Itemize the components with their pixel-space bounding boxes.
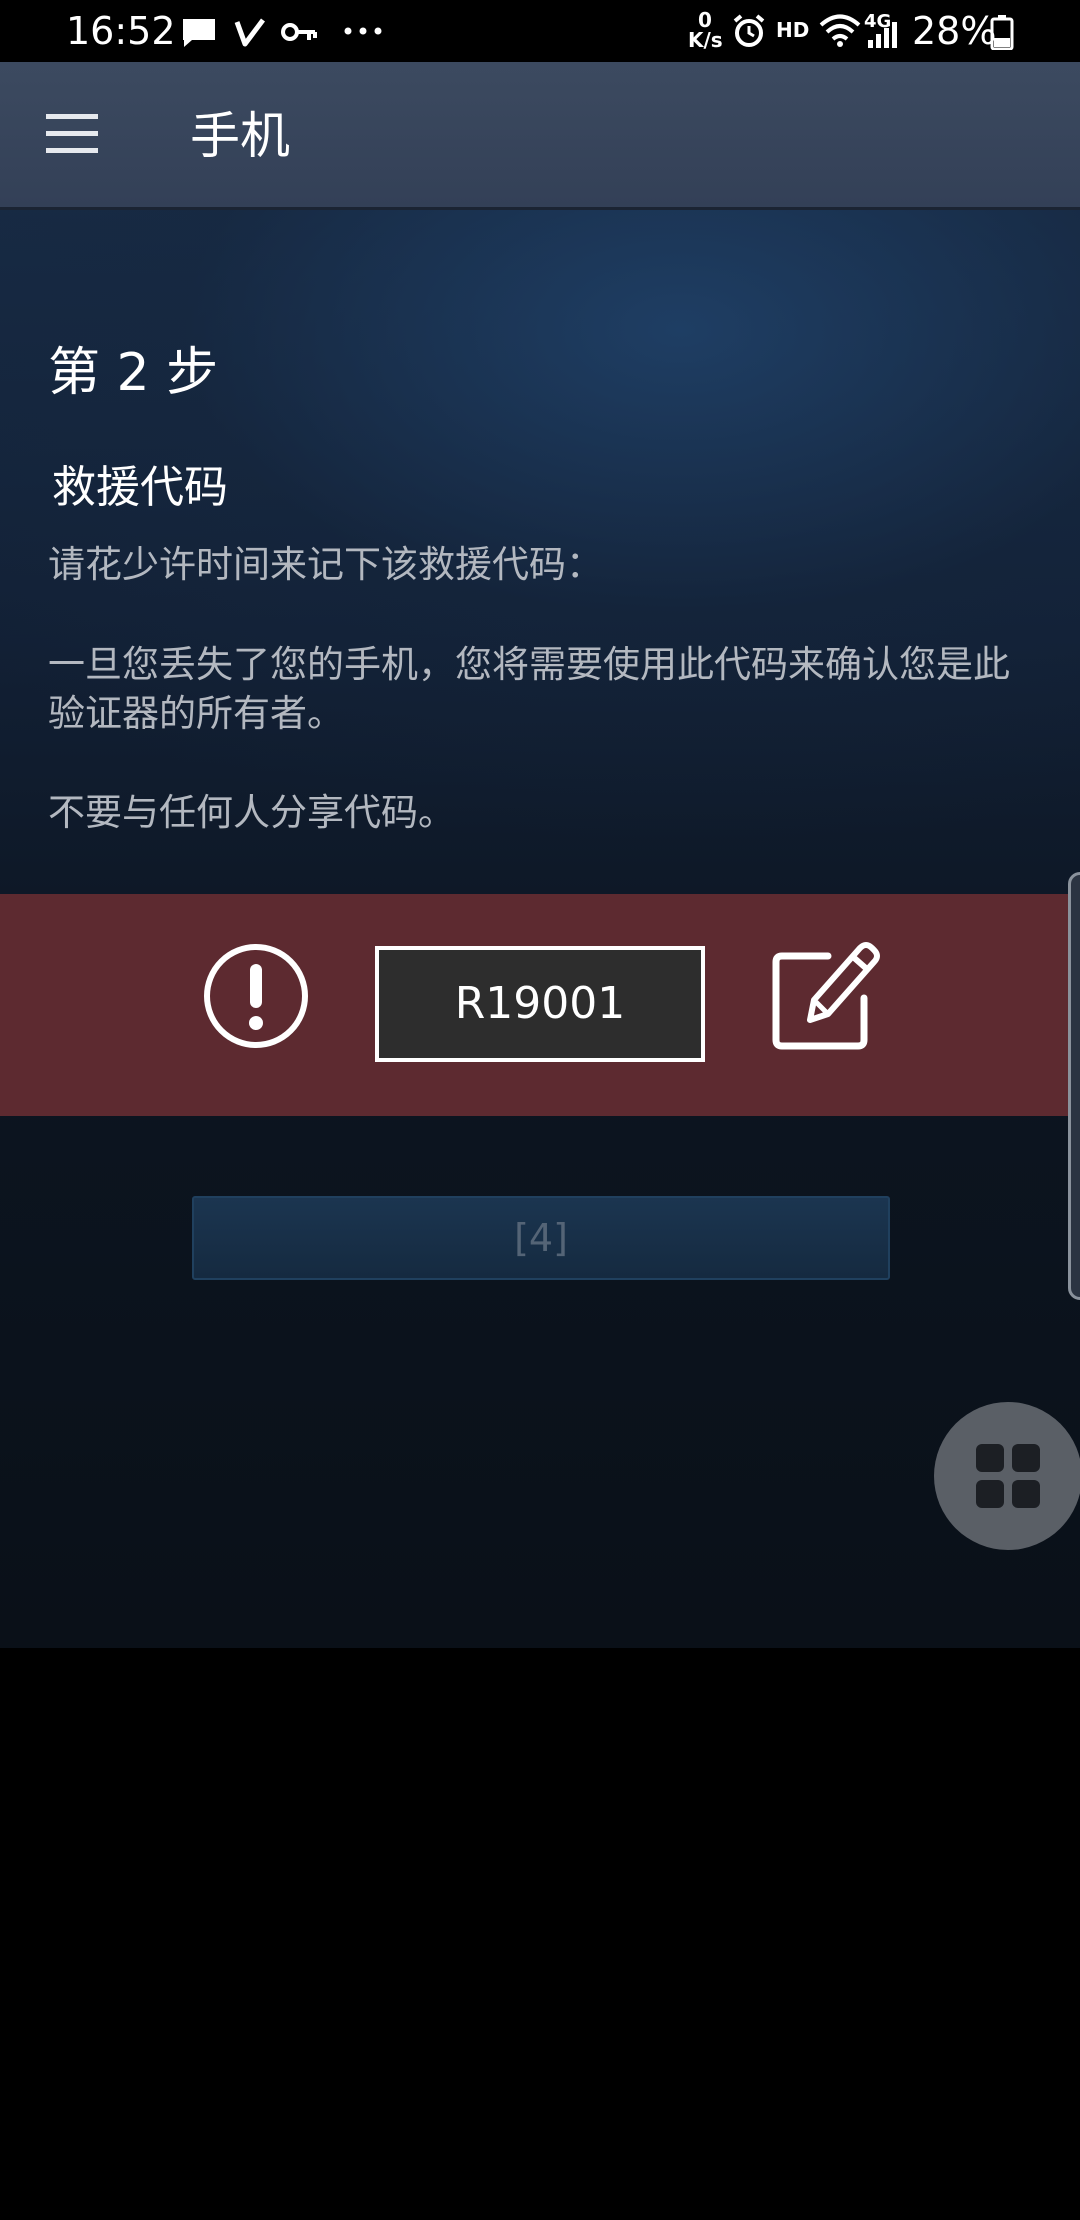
net-speed-value: 0 — [698, 8, 712, 32]
screen: 16:52 0 K/s HD 4G 28% 手机 第 2 步 救援代码 请花少许… — [0, 0, 1080, 2220]
edit-icon[interactable] — [770, 936, 882, 1052]
section-title: 救援代码 — [52, 462, 228, 513]
key-icon — [281, 23, 317, 41]
app-bar: 手机 — [0, 62, 1080, 210]
empty-area — [0, 1648, 1080, 2220]
hd-label: HD — [776, 18, 810, 42]
wifi-icon — [819, 14, 861, 47]
grid-icon — [976, 1444, 1040, 1508]
instruction-text: 请花少许时间来记下该救援代码： — [48, 543, 603, 586]
battery-percent: 28% — [912, 9, 997, 53]
message-icon — [183, 19, 215, 47]
warning-text: 不要与任何人分享代码。 — [48, 791, 455, 834]
rescue-code-band: R19001 — [0, 894, 1068, 1116]
status-time: 16:52 — [66, 9, 176, 53]
edge-panel-handle[interactable] — [1068, 872, 1080, 1300]
menu-button[interactable] — [40, 106, 106, 166]
content-area: 第 2 步 救援代码 请花少许时间来记下该救援代码： 一旦您丢失了您的手机，您将… — [0, 210, 1080, 1648]
status-bar: 16:52 0 K/s HD 4G 28% — [0, 0, 1080, 62]
page-title: 手机 — [190, 107, 290, 165]
step-title: 第 2 步 — [48, 343, 219, 403]
battery-icon — [990, 15, 1014, 50]
floating-grid-button[interactable] — [934, 1402, 1080, 1550]
next-step-button[interactable]: [4] — [192, 1196, 890, 1280]
alert-circle-icon — [204, 944, 308, 1048]
signal-icon — [868, 22, 897, 48]
check-icon — [234, 18, 265, 47]
rescue-code-value: R19001 — [375, 946, 705, 1062]
net-speed-unit: K/s — [688, 28, 723, 52]
more-icon — [344, 27, 382, 35]
alarm-icon — [733, 14, 765, 47]
hamburger-menu-icon — [46, 114, 98, 153]
explanation-text: 一旦您丢失了您的手机，您将需要使用此代码来确认您是此验证器的所有者。 — [48, 643, 1010, 735]
